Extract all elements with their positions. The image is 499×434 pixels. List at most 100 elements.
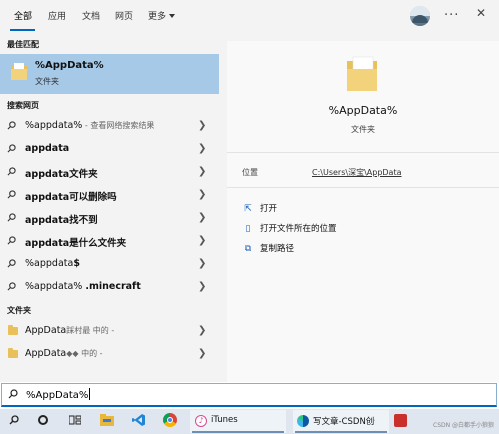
tab-apps[interactable]: 应用 [48,9,66,25]
tab-more-label: 更多 [148,12,167,22]
text-caret [89,388,91,400]
tab-all[interactable]: 全部 [14,9,32,25]
taskbar-search-icon[interactable] [9,415,19,425]
action-copy-path-label: 复制路径 [260,244,295,254]
web-result-item[interactable]: appdata找不到 ❯ [0,207,219,230]
search-icon [7,282,16,291]
web-result-prefix: %appdata [25,258,74,269]
watermark: CSDN @白都手小狼狼 [433,422,495,429]
folder-result-item[interactable]: AppData踩村最 中的 - ❯ [0,320,219,343]
folder-result-name: AppData [25,348,67,359]
itunes-icon: ♪ [195,415,207,427]
web-result-item[interactable]: appdata文件夹 ❯ [0,161,219,184]
active-window-indicator [192,431,284,433]
web-result-label: appdata可以删除吗 [25,192,117,203]
search-icon [7,259,16,268]
action-open-label: 打开 [260,204,278,214]
action-copy-path[interactable]: ⧉ 复制路径 [242,242,294,256]
folder-icon [8,325,18,335]
chevron-right-icon[interactable]: ❯ [198,189,206,200]
section-folders: 文件夹 [7,306,31,315]
chevron-right-icon[interactable]: ❯ [198,120,206,131]
search-input[interactable]: %AppData% [26,390,88,401]
web-result-item[interactable]: %appdata% - 查看网络搜索结果 ❯ [0,115,219,138]
tab-web[interactable]: 网页 [115,9,133,25]
taskbar-edge[interactable]: 写文章-CSDN创作... [293,410,389,433]
edge-icon [297,415,309,427]
folder-icon [11,63,27,80]
folder-result-item[interactable]: AppData◆◆ 中的 - ❯ [0,343,219,366]
web-result-label: %appdata% [25,120,83,131]
cortana-icon[interactable] [38,415,48,425]
best-match-title: %AppData% [35,60,104,71]
web-result-item[interactable]: %appdata% .minecraft ❯ [0,276,219,299]
chrome-icon[interactable] [163,413,177,427]
web-result-item[interactable]: appdata可以删除吗 ❯ [0,184,219,207]
vscode-icon[interactable] [132,413,146,427]
chevron-right-icon[interactable]: ❯ [198,143,206,154]
search-box[interactable]: %AppData% [1,383,497,407]
preview-type: 文件夹 [351,125,375,134]
web-result-label: appdata [25,143,70,154]
edge-label: 写文章-CSDN创作... [313,417,375,427]
web-result-label: appdata是什么文件夹 [25,238,127,249]
web-result-item[interactable]: %appdata$ ❯ [0,253,219,276]
file-explorer-icon[interactable] [100,414,114,426]
location-link[interactable]: C:\Users\深宝\AppData [312,167,402,178]
chevron-right-icon[interactable]: ❯ [198,348,206,359]
folder-large-icon [347,56,377,91]
tab-more[interactable]: 更多 [148,9,176,25]
preview-pane: %AppData% 文件夹 位置 C:\Users\深宝\AppData ⇱ 打开… [227,41,499,382]
chevron-right-icon[interactable]: ❯ [198,212,206,223]
web-result-label: .minecraft [85,281,141,292]
search-icon [8,389,18,399]
search-panel: 全部 应用 文档 网页 更多 ··· ✕ 最佳匹配 %AppData% 文件夹 … [0,0,499,382]
caret-down-icon [169,14,176,18]
action-open-location[interactable]: ▯ 打开文件所在的位置 [242,222,337,236]
open-icon: ⇱ [244,204,252,214]
results-list: 最佳匹配 %AppData% 文件夹 搜索网页 %appdata% - 查看网络… [0,33,223,382]
more-options-icon[interactable]: ··· [444,8,459,23]
search-icon [7,190,16,199]
taskbar: ♪ iTunes 写文章-CSDN创作... [0,409,499,434]
copy-path-icon: ⧉ [244,244,252,254]
taskbar-itunes[interactable]: ♪ iTunes [190,410,286,433]
filter-tabs: 全部 应用 文档 网页 更多 ··· ✕ [0,0,499,33]
tab-documents[interactable]: 文档 [82,9,100,25]
active-window-indicator [295,431,387,433]
divider [227,152,499,153]
avatar[interactable] [410,6,430,26]
action-open-location-label: 打开文件所在的位置 [260,224,337,234]
section-best-match: 最佳匹配 [7,40,39,49]
web-result-label: appdata文件夹 [25,169,98,180]
app-icon[interactable] [394,414,407,427]
action-open[interactable]: ⇱ 打开 [242,202,277,216]
folder-result-sub: 踩村最 中的 - [66,326,115,335]
task-view-icon[interactable] [69,415,81,425]
chevron-right-icon[interactable]: ❯ [198,325,206,336]
location-label: 位置 [242,168,258,177]
web-result-item[interactable]: appdata是什么文件夹 ❯ [0,230,219,253]
search-icon [7,144,16,153]
web-result-prefix: %appdata% [25,281,86,292]
search-icon [7,236,16,245]
folder-icon [8,348,18,358]
web-result-sub: - 查看网络搜索结果 [82,121,155,130]
itunes-label: iTunes [211,415,238,425]
web-result-item[interactable]: appdata ❯ [0,138,219,161]
divider [227,187,499,188]
open-location-icon: ▯ [245,224,251,234]
chevron-right-icon[interactable]: ❯ [198,281,206,292]
web-result-label: appdata找不到 [25,215,98,226]
chevron-right-icon[interactable]: ❯ [198,258,206,269]
search-icon [7,167,16,176]
web-result-label: $ [73,258,80,269]
preview-title: %AppData% [328,104,398,117]
close-icon[interactable]: ✕ [476,6,486,20]
folder-result-sub: ◆◆ 中的 - [66,349,103,358]
chevron-right-icon[interactable]: ❯ [198,166,206,177]
section-web-search: 搜索网页 [7,101,39,110]
chevron-right-icon[interactable]: ❯ [198,235,206,246]
search-icon [7,121,16,130]
best-match-item[interactable]: %AppData% 文件夹 [0,54,219,94]
